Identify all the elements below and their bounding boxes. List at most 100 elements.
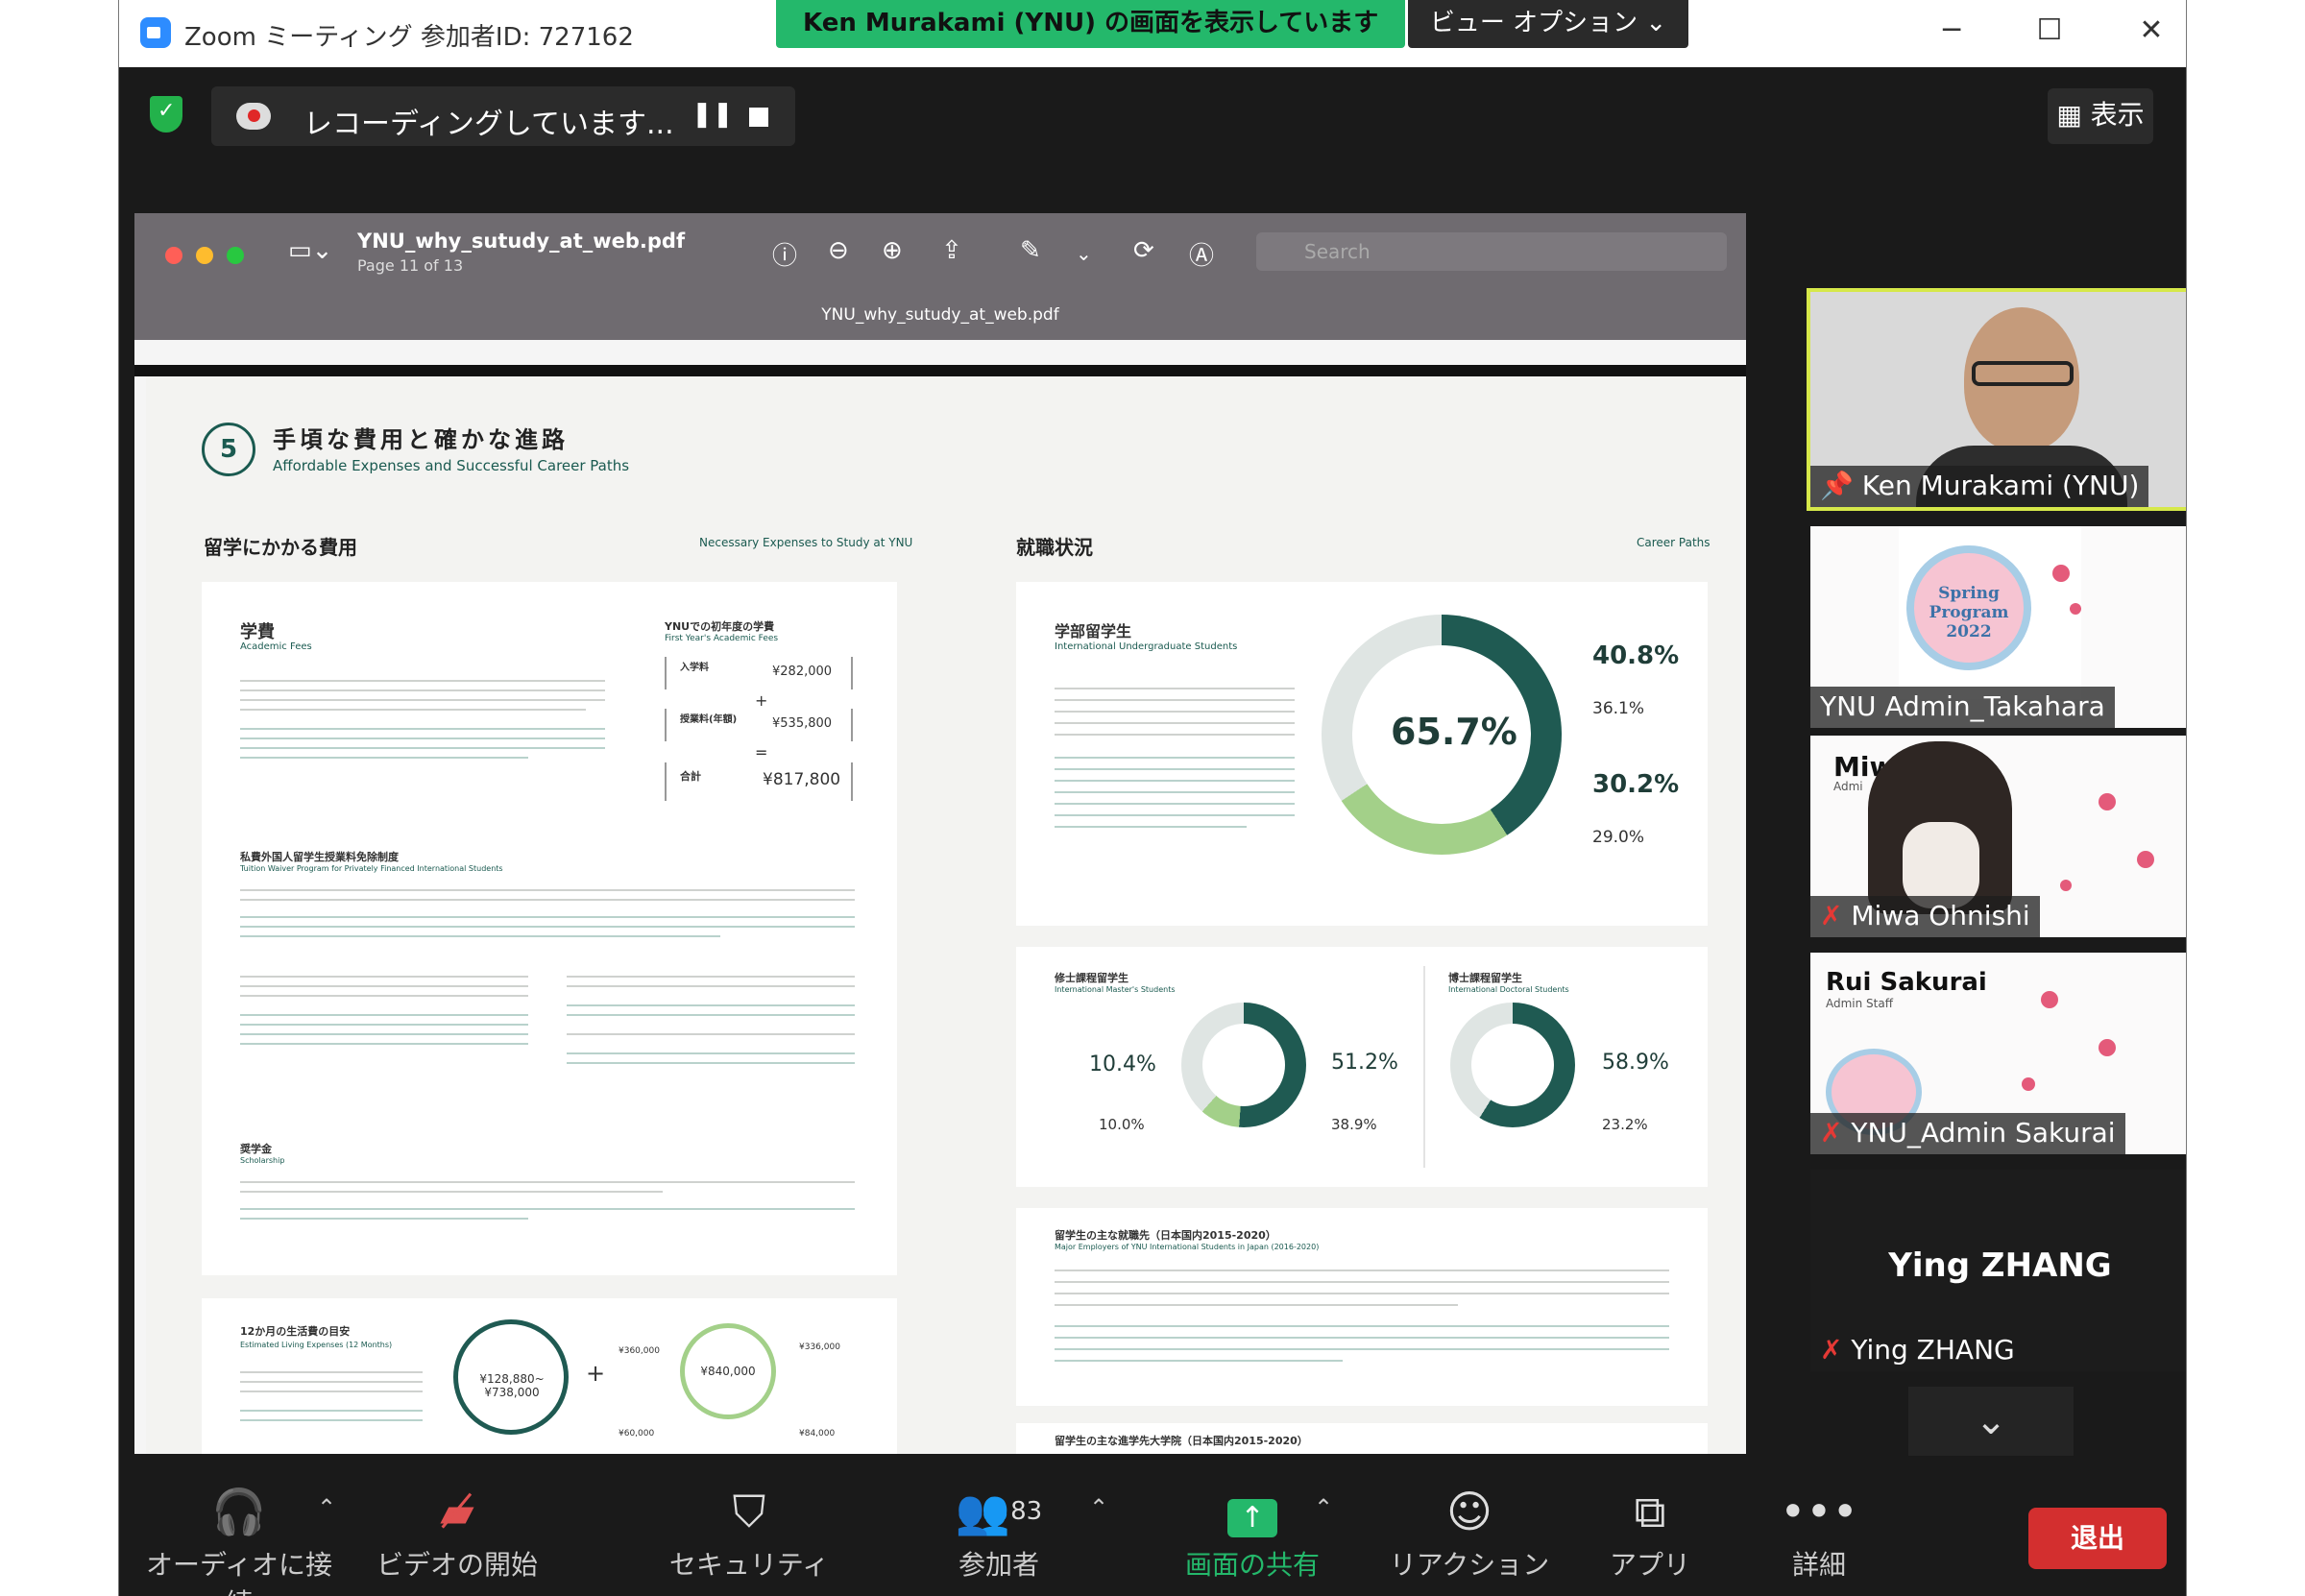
security-button[interactable]: ⛉ セキュリティ — [663, 1485, 836, 1583]
apps-button[interactable]: ⧉ アプリ — [1583, 1485, 1717, 1583]
waiver-title: 私費外国人留学生授業料免除制度 — [240, 851, 399, 863]
participant-name-label: ✗ YNU_Admin Sakurai — [1810, 1113, 2125, 1154]
share-icon[interactable]: ⇪ — [941, 236, 962, 265]
zoom-logo-icon — [140, 17, 171, 48]
participant-count: 83 — [1010, 1497, 1043, 1526]
pdf-page: 5 手頃な費用と確かな進路 Affordable Expenses and Su… — [146, 376, 1740, 1454]
doctoral-percent-1: 58.9% — [1602, 1051, 1669, 1075]
doctoral-subtitle: International Doctoral Students — [1448, 985, 1569, 994]
page-heading-en: Affordable Expenses and Successful Caree… — [273, 457, 630, 474]
career-section-title: 就職状況 — [1016, 536, 1093, 559]
undergrad-jp-company-percent: 36.1% — [1592, 699, 1645, 718]
career-section-subtitle: Career Paths — [1637, 536, 1711, 549]
stop-recording-icon[interactable] — [749, 108, 768, 127]
info-icon[interactable]: ⓘ — [772, 236, 797, 272]
markup-dropdown-icon[interactable]: ⌄ — [1076, 242, 1092, 265]
participant-center-name: Ying ZHANG — [1888, 1246, 2112, 1285]
tuition-fee-value: ¥535,800 — [772, 716, 833, 731]
masters-donut — [1181, 1003, 1306, 1127]
employers-card: 留学生の主な就職先（日本国内2015-2020） Major Employers… — [1016, 1208, 1708, 1406]
video-tile-ohnishi[interactable]: Miw i Admi ✗ Miwa Ohnishi — [1810, 736, 2186, 937]
doctoral-donut — [1450, 1003, 1575, 1127]
annotate-icon[interactable]: Ⓐ — [1189, 236, 1214, 272]
security-shield-icon: ⛉ — [732, 1486, 766, 1537]
expenses-card: 学費 Academic Fees YNUでの初年度の学費 First Year'… — [202, 582, 897, 1275]
scroll-down-chevron-icon[interactable]: ⌄ — [1908, 1387, 2074, 1456]
share-options-caret-icon[interactable]: ⌃ — [1314, 1494, 1333, 1521]
rotate-icon[interactable]: ⟳ — [1133, 236, 1154, 265]
employers-subtitle: Major Employers of YNU International Stu… — [1055, 1243, 1320, 1251]
audio-options-caret-icon[interactable]: ⌃ — [317, 1494, 336, 1521]
apps-icon: ⧉ — [1634, 1486, 1666, 1537]
living-subtitle: Estimated Living Expenses (12 Months) — [240, 1341, 393, 1349]
participant-name-label: ✗ Miwa Ohnishi — [1810, 896, 2040, 937]
zoom-light-icon[interactable] — [227, 247, 244, 264]
zoom-out-icon[interactable]: ⊖ — [828, 236, 849, 265]
participants-button[interactable]: 👥83 参加者 — [922, 1485, 1076, 1583]
masters-left-percent-2: 10.0% — [1099, 1116, 1145, 1133]
undergrad-grad-school-percent: 30.2% — [1592, 770, 1680, 799]
start-video-button[interactable]: ▰̸ ビデオの開始 — [371, 1485, 544, 1583]
sidebar-toggle-icon[interactable]: ▭⌄ — [288, 236, 332, 265]
admission-fee-value: ¥282,000 — [772, 665, 833, 679]
window-title: Zoom ミーティング 参加者ID: 727162 — [184, 23, 634, 52]
muted-mic-icon: ✗ — [1820, 1334, 1843, 1366]
doctoral-percent-2: 23.2% — [1602, 1116, 1648, 1133]
fee-box-title: YNUでの初年度の学費 — [665, 620, 775, 633]
pdf-page-info: Page 11 of 13 — [357, 256, 464, 275]
markup-pen-icon[interactable]: ✎ — [1020, 236, 1041, 265]
minimize-light-icon[interactable] — [196, 247, 213, 264]
total-fee-box: 合計 ¥817,800 — [665, 762, 853, 801]
pdf-search-input[interactable]: Search — [1256, 232, 1727, 271]
screen-share-banner: Ken Murakami (YNU) の画面を表示しています — [776, 0, 1406, 48]
participants-options-caret-icon[interactable]: ⌃ — [1089, 1494, 1108, 1521]
pause-recording-icon[interactable]: ❚❚ — [692, 100, 734, 129]
fee-box-subtitle: First Year's Academic Fees — [665, 634, 779, 643]
living-title: 12か月の生活費の目安 — [240, 1325, 351, 1338]
more-button[interactable]: ••• 詳細 — [1752, 1485, 1886, 1583]
masters-subtitle: International Master's Students — [1055, 985, 1176, 994]
video-tile-zhang[interactable]: Ying ZHANG ✗ Ying ZHANG — [1810, 1170, 2186, 1371]
close-light-icon[interactable] — [165, 247, 182, 264]
more-dots-icon: ••• — [1780, 1486, 1858, 1537]
graduate-students-card: 修士課程留学生 International Master's Students … — [1016, 947, 1708, 1187]
video-off-icon: ▰̸ — [440, 1486, 474, 1537]
pdf-window-title: YNU_why_sutudy_at_web.pdf — [821, 305, 1059, 325]
expenses-section-subtitle: Necessary Expenses to Study at YNU — [699, 536, 913, 549]
undergrad-job-percent: 40.8% — [1592, 641, 1680, 670]
grad-schools-title: 留学生の主な進学先大学院（日本国内2015-2020） — [1055, 1435, 1308, 1447]
meeting-toolbar: 🎧 オーディオに接続 ⌃ ▰̸ ビデオの開始 ⛉ セキュリティ 👥83 参加者 … — [119, 1460, 2186, 1596]
participant-name-label: 📌 Ken Murakami (YNU) — [1810, 466, 2149, 507]
pdf-viewer-toolbar: ▭⌄ YNU_why_sutudy_at_web.pdf Page 11 of … — [134, 213, 1746, 340]
participant-name-label: YNU Admin_Takahara — [1810, 687, 2115, 728]
admission-fee-box: 入学料 ¥282,000 — [665, 657, 853, 689]
page-heading-jp: 手頃な費用と確かな進路 — [273, 426, 569, 453]
zoom-in-icon[interactable]: ⊕ — [882, 236, 903, 265]
living-cost-value: ¥840,000 — [700, 1365, 756, 1378]
leave-meeting-button[interactable]: 退出 — [2028, 1508, 2167, 1569]
view-options-button[interactable]: ビュー オプション ⌄ — [1408, 0, 1688, 48]
video-tile-sakurai[interactable]: Rui Sakurai Admin Staff ✗ YNU_Admin Saku… — [1810, 953, 2186, 1154]
undergrad-card: 学部留学生 International Undergraduate Studen… — [1016, 582, 1708, 926]
employers-title: 留学生の主な就職先（日本国内2015-2020） — [1055, 1229, 1276, 1242]
masters-title: 修士課程留学生 — [1055, 972, 1128, 984]
section-number-badge: 5 — [202, 423, 255, 476]
grad-schools-card: 留学生の主な進学先大学院（日本国内2015-2020） — [1016, 1423, 1708, 1454]
masters-right-percent-1: 51.2% — [1331, 1051, 1398, 1075]
headphones-icon: 🎧 — [211, 1486, 267, 1537]
fees-subtitle: Academic Fees — [240, 641, 312, 652]
smile-icon: ☺ — [1446, 1486, 1492, 1537]
video-tile-active-speaker[interactable]: 📌 Ken Murakami (YNU) — [1807, 288, 2186, 511]
reactions-button[interactable]: ☺ リアクション — [1373, 1485, 1565, 1583]
pdf-filename: YNU_why_sutudy_at_web.pdf — [357, 230, 686, 253]
muted-mic-icon: ✗ — [1820, 1117, 1843, 1149]
living-expenses-card: 12か月の生活費の目安 Estimated Living Expenses (1… — [202, 1298, 897, 1454]
participants-icon: 👥83 — [955, 1486, 1043, 1537]
audio-button[interactable]: 🎧 オーディオに接続 — [138, 1485, 340, 1596]
scholarship-subtitle: Scholarship — [240, 1156, 285, 1165]
pdf-page-divider — [134, 365, 1746, 376]
video-tile-takahara[interactable]: Spring Program 2022 YNU Admin_Takahara — [1810, 526, 2186, 728]
encryption-shield-icon[interactable] — [150, 96, 182, 133]
pin-icon: 📌 — [1820, 470, 1854, 501]
doctoral-title: 博士課程留学生 — [1448, 972, 1522, 984]
